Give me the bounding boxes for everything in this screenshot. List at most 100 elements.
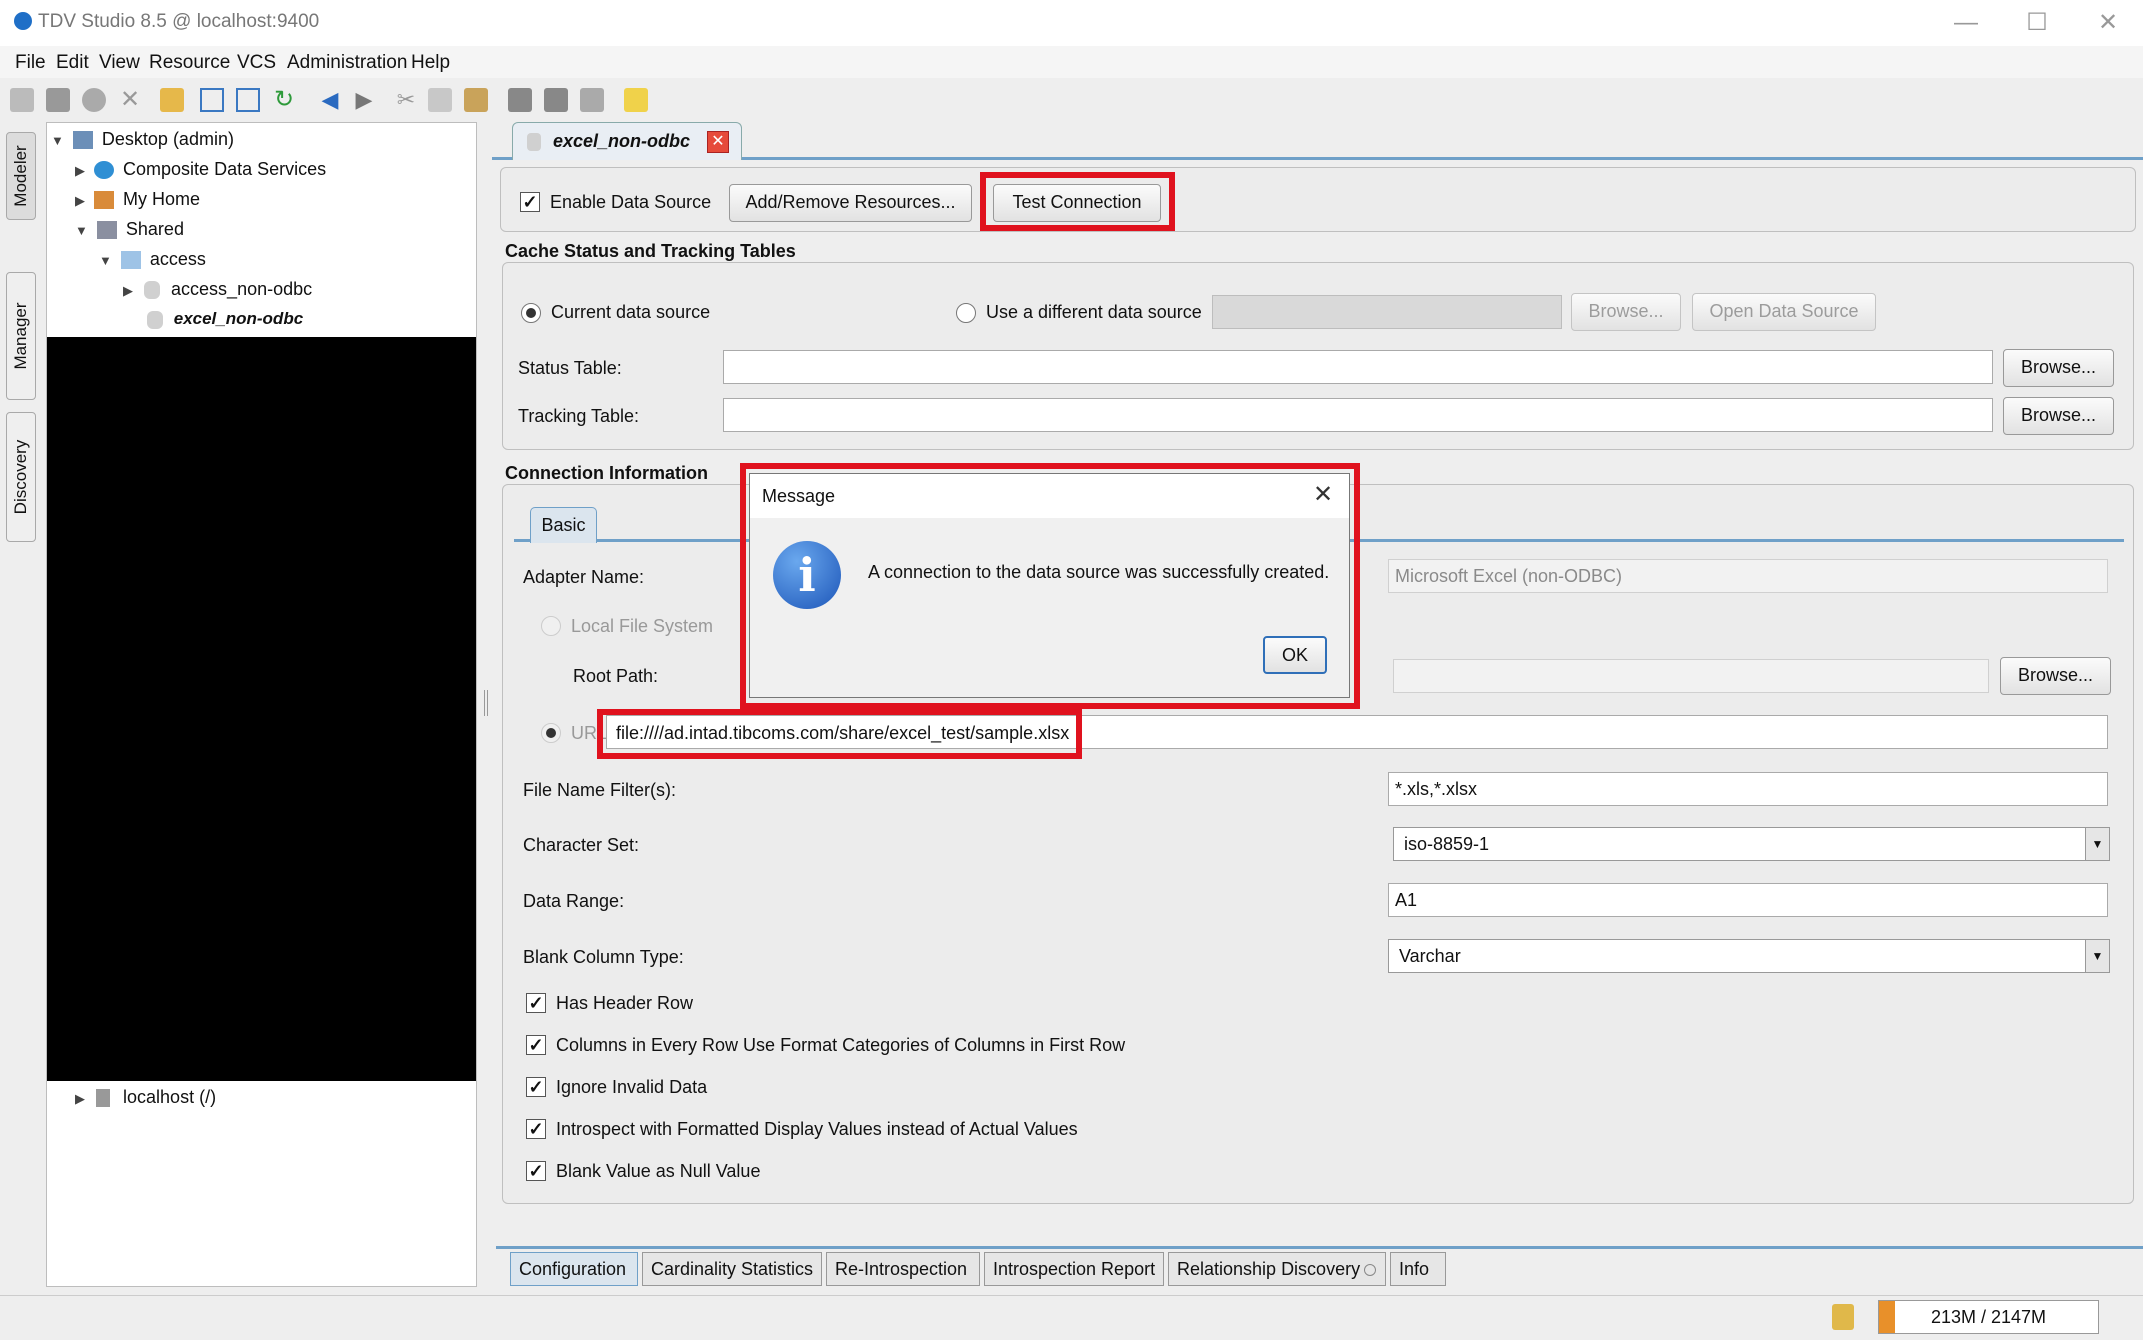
character-set-value: iso-8859-1 bbox=[1404, 834, 1490, 854]
data-range-field[interactable]: A1 bbox=[1388, 883, 2108, 917]
expand-arrow-icon[interactable]: ▶ bbox=[75, 163, 85, 178]
edit-note-icon[interactable] bbox=[624, 88, 648, 112]
cache-section-title: Cache Status and Tracking Tables bbox=[505, 241, 796, 261]
close-dialog-icon[interactable]: ✕ bbox=[1313, 480, 1333, 509]
character-set-label: Character Set: bbox=[523, 835, 640, 855]
title-bar: TDV Studio 8.5 @ localhost:9400 — ☐ ✕ bbox=[0, 0, 2143, 46]
maximize-icon[interactable]: ☐ bbox=[2007, 6, 2067, 40]
splitter-handle[interactable] bbox=[484, 690, 488, 716]
minimize-icon[interactable]: — bbox=[1936, 6, 1996, 40]
formatted-display-label: Introspect with Formatted Display Values… bbox=[556, 1119, 1078, 1139]
tab-introspection-report[interactable]: Introspection Report bbox=[984, 1252, 1164, 1286]
browse-root-path-button[interactable]: Browse... bbox=[2000, 657, 2111, 695]
delete-icon[interactable]: ✕ bbox=[118, 88, 142, 112]
menu-view[interactable]: View bbox=[99, 52, 140, 74]
save-icon[interactable] bbox=[46, 88, 70, 112]
open-icon[interactable] bbox=[10, 88, 34, 112]
has-header-row-checkbox[interactable]: ✓ bbox=[526, 993, 546, 1013]
ignore-invalid-data-checkbox[interactable]: ✓ bbox=[526, 1077, 546, 1097]
editor-tab[interactable]: excel_non-odbc ✕ bbox=[512, 122, 742, 160]
adapter-name-field: Microsoft Excel (non-ODBC) bbox=[1388, 559, 2108, 593]
enable-datasource-checkbox[interactable]: ✓ bbox=[520, 192, 540, 212]
tab-relationship-discovery[interactable]: Relationship Discovery bbox=[1168, 1252, 1386, 1286]
paste-icon[interactable] bbox=[464, 88, 488, 112]
toolbar: ✕ ↻ ◀ ▶ ✂ bbox=[0, 80, 2143, 120]
collapse-arrow-icon[interactable]: ▼ bbox=[75, 223, 88, 238]
menu-administration[interactable]: Administration bbox=[287, 52, 407, 74]
menu-file[interactable]: File bbox=[15, 52, 46, 74]
tree-node-composite[interactable]: ▶ Composite Data Services bbox=[75, 159, 326, 180]
menu-resource[interactable]: Resource bbox=[149, 52, 230, 74]
window-title: TDV Studio 8.5 @ localhost:9400 bbox=[38, 11, 320, 32]
collapse-icon[interactable] bbox=[236, 88, 260, 112]
find-icon[interactable] bbox=[508, 88, 532, 112]
tree-node-access[interactable]: ▼ access bbox=[99, 249, 206, 270]
tab-discovery[interactable]: Discovery bbox=[6, 412, 36, 542]
tab-manager[interactable]: Manager bbox=[6, 272, 36, 400]
browse-tracking-table-button[interactable]: Browse... bbox=[2003, 397, 2114, 435]
blank-null-checkbox[interactable]: ✓ bbox=[526, 1161, 546, 1181]
browse-status-table-button[interactable]: Browse... bbox=[2003, 349, 2114, 387]
refresh-icon[interactable]: ↻ bbox=[272, 88, 296, 112]
collapse-arrow-icon[interactable]: ▼ bbox=[99, 253, 112, 268]
current-datasource-radio[interactable] bbox=[521, 303, 541, 323]
tree-node-excel-non-odbc[interactable]: excel_non-odbc bbox=[147, 309, 303, 329]
file-name-filter-field[interactable]: *.xls,*.xlsx bbox=[1388, 772, 2108, 806]
formatted-display-checkbox[interactable]: ✓ bbox=[526, 1119, 546, 1139]
status-table-field[interactable] bbox=[723, 350, 1993, 384]
tab-basic[interactable]: Basic bbox=[530, 507, 597, 543]
expand-arrow-icon[interactable]: ▶ bbox=[123, 283, 133, 298]
tab-manager-label: Manager bbox=[11, 302, 30, 370]
forward-icon[interactable]: ▶ bbox=[352, 88, 376, 112]
blank-column-type-select[interactable]: Varchar ▼ bbox=[1388, 939, 2110, 973]
tab-info[interactable]: Info bbox=[1390, 1252, 1446, 1286]
tree-node-myhome[interactable]: ▶ My Home bbox=[75, 189, 200, 210]
expand-icon[interactable] bbox=[200, 88, 224, 112]
bottom-tab-line bbox=[496, 1246, 2143, 1249]
cut-icon[interactable]: ✂ bbox=[394, 88, 418, 112]
character-set-select[interactable]: iso-8859-1 ▼ bbox=[1393, 827, 2110, 861]
tree-node-access-non-odbc[interactable]: ▶ access_non-odbc bbox=[123, 279, 312, 300]
collapse-arrow-icon[interactable]: ▼ bbox=[51, 133, 64, 148]
tree-node-shared[interactable]: ▼ Shared bbox=[75, 219, 184, 240]
tree-node-localhost[interactable]: ▶ localhost (/) bbox=[75, 1087, 216, 1108]
adapter-name-label: Adapter Name: bbox=[523, 567, 645, 587]
memory-indicator[interactable]: 213M / 2147M bbox=[1878, 1300, 2099, 1334]
status-bar: 213M / 2147M bbox=[0, 1295, 2143, 1340]
tab-modeler[interactable]: Modeler bbox=[6, 132, 36, 220]
datasource-icon bbox=[147, 310, 163, 329]
add-remove-resources-button[interactable]: Add/Remove Resources... bbox=[729, 184, 972, 222]
expand-arrow-icon[interactable]: ▶ bbox=[75, 1091, 85, 1106]
test-connection-button[interactable]: Test Connection bbox=[993, 184, 1161, 222]
folder-icon bbox=[120, 251, 141, 270]
ignore-invalid-data-label: Ignore Invalid Data bbox=[556, 1077, 708, 1097]
new-resource-icon[interactable] bbox=[160, 88, 184, 112]
tab-re-introspection[interactable]: Re-Introspection bbox=[826, 1252, 980, 1286]
chevron-down-icon[interactable]: ▼ bbox=[2085, 828, 2109, 860]
menu-help[interactable]: Help bbox=[411, 52, 450, 74]
dialog-header: Message ✕ bbox=[750, 474, 1349, 518]
document-icon[interactable] bbox=[580, 88, 604, 112]
tab-cardinality-statistics[interactable]: Cardinality Statistics bbox=[642, 1252, 822, 1286]
back-icon[interactable]: ◀ bbox=[318, 88, 342, 112]
status-circle-icon bbox=[1364, 1264, 1377, 1277]
tree-node-desktop[interactable]: ▼ Desktop (admin) bbox=[51, 129, 234, 150]
datasource-icon bbox=[527, 133, 541, 151]
chevron-down-icon[interactable]: ▼ bbox=[2085, 940, 2109, 972]
different-datasource-radio[interactable] bbox=[956, 303, 976, 323]
save-all-icon[interactable] bbox=[82, 88, 106, 112]
copy-icon[interactable] bbox=[428, 88, 452, 112]
close-window-icon[interactable]: ✕ bbox=[2078, 6, 2138, 40]
tracking-table-field[interactable] bbox=[723, 398, 1993, 432]
find-next-icon[interactable] bbox=[544, 88, 568, 112]
close-tab-icon[interactable]: ✕ bbox=[707, 131, 729, 153]
menu-edit[interactable]: Edit bbox=[56, 52, 89, 74]
tab-discovery-label: Discovery bbox=[11, 439, 30, 515]
menu-vcs[interactable]: VCS bbox=[237, 52, 276, 74]
expand-arrow-icon[interactable]: ▶ bbox=[75, 193, 85, 208]
local-file-system-radio bbox=[541, 616, 561, 636]
globe-icon bbox=[94, 161, 115, 180]
format-categories-checkbox[interactable]: ✓ bbox=[526, 1035, 546, 1055]
ok-button[interactable]: OK bbox=[1263, 636, 1327, 674]
tab-configuration[interactable]: Configuration bbox=[510, 1252, 638, 1286]
